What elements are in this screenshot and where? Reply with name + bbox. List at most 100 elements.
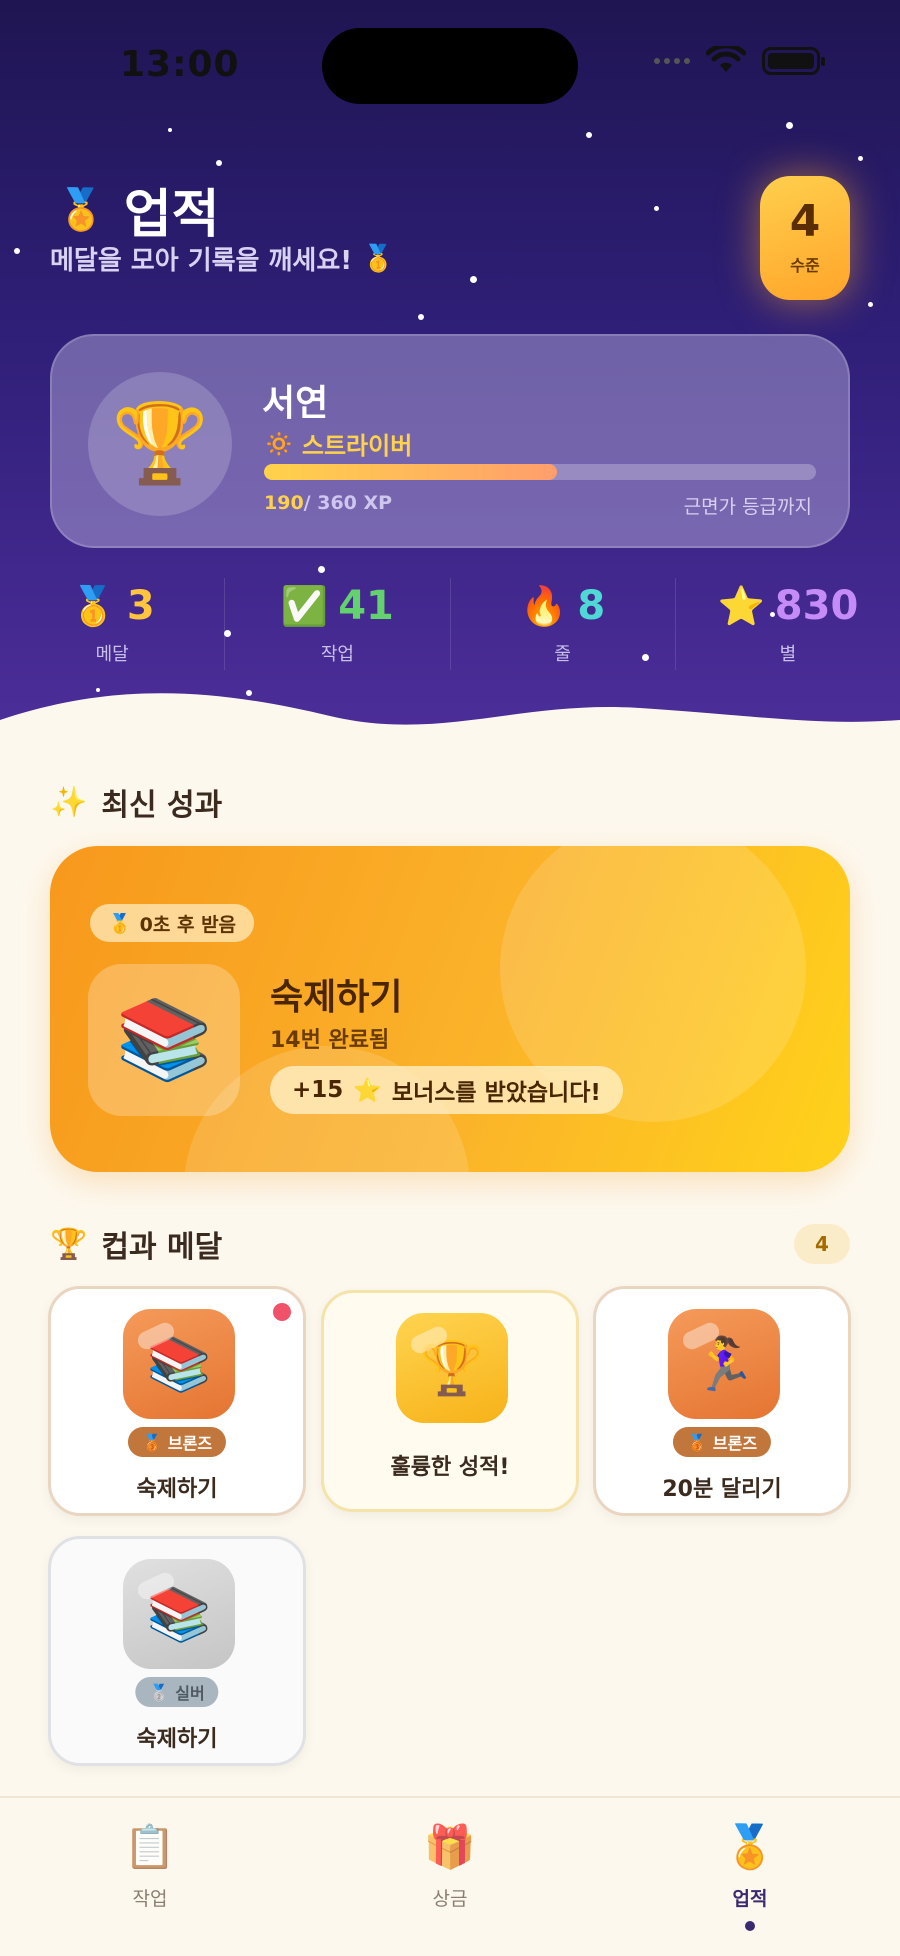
stat-stars: ⭐ 830 별 <box>676 578 900 670</box>
stat-value: 41 <box>338 583 394 629</box>
stats-row: 🥇 3 메달 ✅ 41 작업 🔥 8 줄 ⭐ 830 별 <box>0 578 900 670</box>
stat-label: 별 <box>779 644 797 665</box>
stat-tasks: ✅ 41 작업 <box>225 578 451 670</box>
section-title-text: 컵과 메달 <box>101 1230 223 1265</box>
level-label: 수준 <box>790 256 820 275</box>
received-time-badge: 🥇 0초 후 받음 <box>90 904 255 942</box>
fire-icon: 🔥 <box>520 583 568 628</box>
tier-badge: 🥈 실버 <box>135 1677 219 1707</box>
stat-medals: 🥇 3 메달 <box>0 578 226 670</box>
medal-card[interactable]: 📚 🥈 실버 숙제하기 <box>48 1536 306 1766</box>
xp-current: 190 <box>264 492 304 514</box>
tab-tasks[interactable]: 📋 작업 <box>80 1822 220 1911</box>
profile-rank: 🔅 스트라이버 <box>264 426 412 461</box>
star-icon: ⭐ <box>353 1077 382 1104</box>
star-decoration <box>418 314 424 320</box>
books-icon: 📚 <box>88 964 240 1116</box>
battery-icon <box>762 47 825 75</box>
star-decoration <box>14 248 20 254</box>
tier-badge: 🥉 브론즈 <box>672 1427 772 1457</box>
bronze-medal-icon: 🥉 <box>686 1432 707 1452</box>
xp-total: / 360 XP <box>303 492 393 514</box>
star-decoration <box>470 276 477 283</box>
stat-streak: 🔥 8 줄 <box>451 578 676 670</box>
star-decoration <box>868 302 873 307</box>
achievement-subtitle: 14번 완료됨 <box>270 1028 390 1053</box>
xp-text: 190/ 360 XP <box>264 492 392 514</box>
achievement-title: 숙제하기 <box>270 977 403 1018</box>
page-header: 🏅 업적 <box>56 172 220 247</box>
star-icon: ⭐ <box>717 583 765 628</box>
star-decoration <box>318 566 325 573</box>
runner-icon: 🏃‍♀️ <box>668 1309 780 1419</box>
stat-value: 8 <box>577 583 606 629</box>
profile-card[interactable]: 🏆 서연 🔅 스트라이버 190/ 360 XP 근면가 등급까지 <box>50 334 850 548</box>
medal-count-badge: 4 <box>794 1224 850 1264</box>
received-time-text: 0초 후 받음 <box>139 913 237 936</box>
wifi-icon <box>706 46 746 72</box>
medal-name: 훌륭한 성적! <box>390 1455 510 1480</box>
wave-divider <box>0 693 900 740</box>
dynamic-island <box>322 28 578 104</box>
medal-card[interactable]: 📚 🥉 브론즈 숙제하기 <box>48 1286 306 1516</box>
star-decoration <box>654 206 659 211</box>
active-tab-indicator <box>745 1921 755 1931</box>
medal-icon: 🏅 <box>56 187 106 233</box>
next-rank-label: 근면가 등급까지 <box>683 496 812 518</box>
tier-badge: 🥉 브론즈 <box>127 1427 227 1457</box>
status-time: 13:00 <box>120 44 240 85</box>
tab-label: 상금 <box>432 1888 468 1910</box>
bronze-medal-icon: 🥉 <box>141 1432 162 1452</box>
profile-name: 서연 <box>262 383 329 424</box>
medal-name: 숙제하기 <box>136 1477 218 1502</box>
stat-value: 830 <box>774 583 859 629</box>
recent-achievement-card[interactable]: 🥇 0초 후 받음 📚 숙제하기 14번 완료됨 +15 ⭐ 보너스를 받았습니… <box>50 846 850 1172</box>
new-indicator-dot <box>273 1303 291 1321</box>
books-icon: 📚 <box>123 1559 235 1669</box>
star-decoration <box>786 122 793 129</box>
bonus-badge: +15 ⭐ 보너스를 받았습니다! <box>270 1066 623 1114</box>
medal-icon: 🏅 <box>723 1822 777 1871</box>
stat-label: 줄 <box>554 644 571 665</box>
medal-card[interactable]: 🏃‍♀️ 🥉 브론즈 20분 달리기 <box>593 1286 851 1516</box>
status-indicators <box>654 46 825 76</box>
xp-progress-fill <box>264 464 557 480</box>
tier-label: 브론즈 <box>167 1434 213 1453</box>
level-number: 4 <box>789 196 821 247</box>
recent-section-title: ✨ 최신 성과 <box>50 780 222 824</box>
check-icon: ✅ <box>280 583 329 628</box>
page-title: 업적 <box>123 185 220 245</box>
star-decoration <box>216 160 222 166</box>
tab-achievements[interactable]: 🏅 업적 <box>680 1822 820 1931</box>
rank-label: 스트라이버 <box>301 432 413 460</box>
stat-label: 메달 <box>95 644 129 665</box>
section-title-text: 최신 성과 <box>101 788 223 823</box>
medal-card[interactable]: 🏆 훌륭한 성적! <box>321 1290 579 1512</box>
level-badge[interactable]: 4 수준 <box>760 176 850 300</box>
trophy-icon: 🏆 <box>88 372 232 516</box>
gift-icon: 🎁 <box>423 1822 477 1871</box>
tier-label: 실버 <box>175 1684 205 1703</box>
gold-medal-icon: 🥇 <box>108 912 132 935</box>
stat-label: 작업 <box>320 644 354 665</box>
stat-value: 3 <box>126 583 155 629</box>
medal-name: 숙제하기 <box>136 1727 218 1752</box>
tier-label: 브론즈 <box>712 1434 758 1453</box>
medals-section-title: 🏆 컵과 메달 <box>50 1222 222 1266</box>
bottom-tab-bar: 📋 작업 🎁 상금 🏅 업적 <box>0 1796 900 1956</box>
page-subtitle: 메달을 모아 기록을 깨세요! 🥇 <box>50 240 395 277</box>
medal-icon: 🥇 <box>69 583 117 628</box>
bonus-amount: +15 <box>292 1077 344 1103</box>
star-decoration <box>858 156 863 161</box>
trophy-icon: 🏆 <box>396 1313 508 1423</box>
sun-icon: 🔅 <box>264 429 294 458</box>
xp-progress-bar <box>264 464 816 480</box>
signal-icon <box>654 58 690 64</box>
books-icon: 📚 <box>123 1309 235 1419</box>
subtitle-text: 메달을 모아 기록을 깨세요! <box>50 246 353 276</box>
tab-label: 업적 <box>732 1888 768 1910</box>
star-decoration <box>168 128 172 132</box>
silver-medal-icon: 🥈 <box>149 1682 170 1702</box>
star-decoration <box>586 132 592 138</box>
tab-rewards[interactable]: 🎁 상금 <box>380 1822 520 1911</box>
